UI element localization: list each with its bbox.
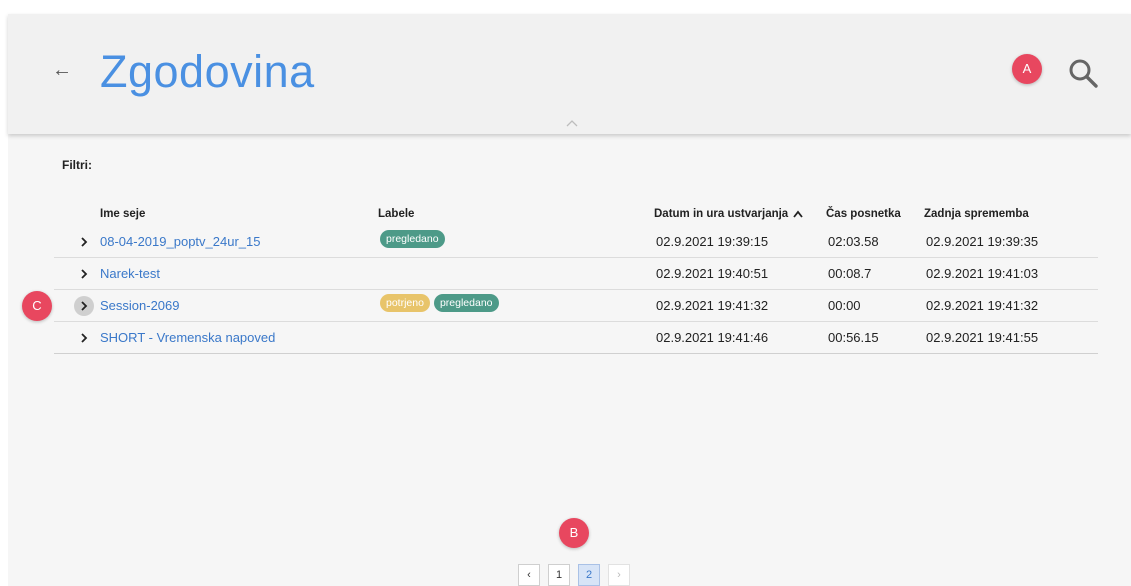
search-icon[interactable] — [1066, 56, 1100, 90]
page-button-2[interactable]: 2 — [578, 564, 600, 586]
recording-duration: 00:08.7 — [828, 266, 872, 281]
marker-b: B — [559, 518, 589, 548]
table-row[interactable]: Narek-test 02.9.2021 19:40:51 00:08.7 02… — [54, 258, 1098, 290]
table-row[interactable]: 08-04-2019_poptv_24ur_15 pregledano 02.9… — [54, 226, 1098, 258]
page-header: ← Zgodovina A — [8, 14, 1131, 134]
label-badge: pregledano — [433, 294, 499, 312]
created-date: 02.9.2021 19:41:46 — [656, 330, 769, 345]
expand-row-icon[interactable] — [74, 232, 94, 252]
created-date: 02.9.2021 19:40:51 — [656, 266, 769, 281]
page-button-1[interactable]: 1 — [548, 564, 570, 586]
column-header-name[interactable]: Ime seje — [100, 208, 145, 220]
page-title: Zgodovina — [100, 46, 315, 97]
session-labels: potrjeno pregledano — [380, 294, 503, 312]
collapse-header-icon[interactable] — [564, 118, 580, 128]
previous-page-button[interactable]: ‹ — [518, 564, 540, 586]
session-labels: pregledano — [380, 230, 449, 248]
page: ← Zgodovina A Filtri: Ime seje Labele Da… — [0, 0, 1131, 586]
created-date: 02.9.2021 19:39:15 — [656, 234, 769, 249]
back-arrow-icon[interactable]: ← — [52, 60, 72, 80]
column-header-created[interactable]: Datum in ura ustvarjanja — [654, 208, 804, 220]
sessions-table: Ime seje Labele Datum in ura ustvarjanja… — [22, 204, 1098, 354]
label-badge: pregledano — [380, 230, 445, 248]
session-name-link[interactable]: SHORT - Vremenska napoved — [100, 330, 275, 345]
table-header: Ime seje Labele Datum in ura ustvarjanja… — [54, 204, 1098, 226]
expand-row-icon[interactable] — [74, 328, 94, 348]
filters-label: Filtri: — [62, 158, 92, 172]
expand-row-icon[interactable] — [74, 296, 94, 316]
session-name-link[interactable]: Narek-test — [100, 266, 160, 281]
modified-date: 02.9.2021 19:41:55 — [926, 330, 1039, 345]
table-row[interactable]: C Session-2069 potrjeno pregledano 02.9.2… — [22, 290, 1098, 322]
modified-date: 02.9.2021 19:41:32 — [926, 298, 1039, 313]
column-header-duration[interactable]: Čas posnetka — [826, 208, 901, 220]
marker-c: C — [22, 291, 52, 321]
app-frame: ← Zgodovina A Filtri: Ime seje Labele Da… — [8, 14, 1131, 586]
next-page-button[interactable]: › — [608, 564, 630, 586]
modified-date: 02.9.2021 19:39:35 — [926, 234, 1039, 249]
recording-duration: 00:56.15 — [828, 330, 879, 345]
recording-duration: 02:03.58 — [828, 234, 879, 249]
sort-ascending-icon — [793, 210, 803, 218]
recording-duration: 00:00 — [828, 298, 861, 313]
expand-row-icon[interactable] — [74, 264, 94, 284]
session-name-link[interactable]: 08-04-2019_poptv_24ur_15 — [100, 234, 260, 249]
modified-date: 02.9.2021 19:41:03 — [926, 266, 1039, 281]
label-badge: potrjeno — [380, 294, 430, 312]
marker-a: A — [1012, 54, 1042, 84]
created-date: 02.9.2021 19:41:32 — [656, 298, 769, 313]
column-header-labels[interactable]: Labele — [378, 208, 414, 220]
table-row[interactable]: SHORT - Vremenska napoved 02.9.2021 19:4… — [54, 322, 1098, 354]
column-header-created-label: Datum in ura ustvarjanja — [654, 208, 789, 220]
session-name-link[interactable]: Session-2069 — [100, 298, 180, 313]
column-header-modified[interactable]: Zadnja sprememba — [924, 208, 1029, 220]
